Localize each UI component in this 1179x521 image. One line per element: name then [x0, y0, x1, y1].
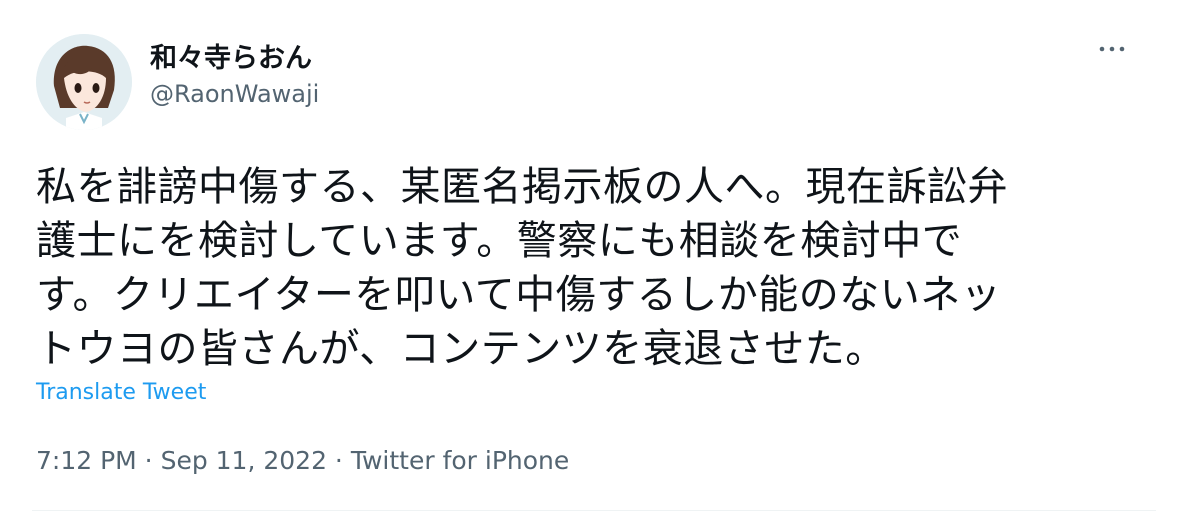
tweet-date[interactable]: Sep 11, 2022 — [161, 446, 327, 475]
tweet-card: 和々寺らおん @RaonWawaji 私を誹謗中傷する、某匿名掲示板の人へ。現在… — [0, 0, 1179, 521]
avatar[interactable] — [36, 34, 132, 130]
tweet-source[interactable]: Twitter for iPhone — [351, 446, 569, 475]
meta-separator: · — [136, 446, 161, 475]
tweet-text-line: 私を誹謗中傷する、某匿名掲示板の人へ。現在訴訟弁 — [36, 164, 1008, 210]
tweet-text: 私を誹謗中傷する、某匿名掲示板の人へ。現在訴訟弁 護士にを検討しています。警察に… — [36, 160, 1126, 376]
tweet-text-line: トウヨの皆さんが、コンテンツを衰退させた。 — [36, 326, 886, 372]
more-dots-icon — [1099, 46, 1125, 52]
tweet-time[interactable]: 7:12 PM — [36, 446, 137, 475]
user-handle[interactable]: @RaonWawaji — [150, 80, 319, 108]
tweet-metadata: 7:12 PM · Sep 11, 2022 · Twitter for iPh… — [36, 446, 569, 475]
display-name[interactable]: 和々寺らおん — [150, 36, 312, 75]
translate-tweet-link[interactable]: Translate Tweet — [36, 380, 206, 405]
anime-girl-avatar-icon — [36, 34, 132, 130]
more-options-button[interactable] — [1094, 34, 1130, 64]
tweet-text-line: す。クリエイターを叩いて中傷するしか能のないネッ — [36, 272, 1002, 318]
divider — [32, 510, 1156, 511]
meta-separator: · — [326, 446, 351, 475]
tweet-text-line: 護士にを検討しています。警察にも相談を検討中で — [36, 218, 963, 264]
